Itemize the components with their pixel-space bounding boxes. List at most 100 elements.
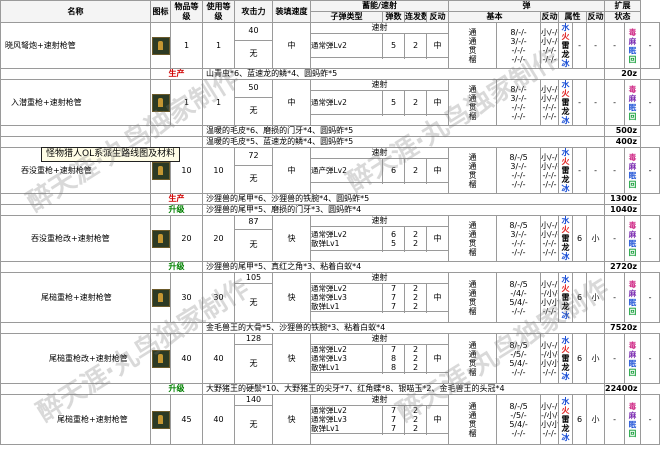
ammo-type: 通 — [468, 401, 477, 411]
bullet-count: 8 — [390, 354, 397, 363]
ammo-value: -/-/- — [511, 45, 526, 55]
craft-price: 2720z — [604, 261, 642, 273]
weapon-name-text: 尾槌重枪+速射枪管 — [41, 292, 112, 302]
attribute-recoil: 小 — [586, 215, 606, 262]
ammo-recoil: -/-/- — [542, 54, 557, 64]
attribute-label: 水 — [561, 397, 570, 406]
attribute-label: 龙 — [561, 243, 570, 252]
extension-state-labels: 毒麻眠回 — [624, 215, 642, 262]
weapon-name-text: 入潜重枪+速射枪管 — [11, 97, 82, 107]
state-label: 毒 — [628, 152, 637, 162]
craft-materials: 沙狸兽的尾甲*5、磨损的门牙*3、圆蚂蚱*4 — [201, 204, 606, 216]
craft-price: 22400z — [604, 383, 642, 395]
bullet-types: 通产弹Lv2 — [310, 158, 383, 183]
ammo-recoil: 小/-/- — [541, 93, 559, 103]
weapon-name[interactable]: 晓风弩炮+速射枪管 — [0, 22, 151, 69]
craft-row: 升级 沙狸兽的尾甲*5、磨损的门牙*3、圆蚂蚱*4 1040z — [0, 204, 660, 216]
bullet-count: 5 — [390, 238, 397, 248]
col-reload: 装填速度 — [272, 0, 311, 23]
col-expand: 扩展 — [604, 0, 642, 12]
weapon-name[interactable]: 入潜重枪+速射枪管 — [0, 79, 151, 126]
tooltip: 怪物猎人OL系派生路线图及材料 — [41, 147, 181, 162]
ammo-type: 通 — [468, 288, 477, 298]
ammo-recoil: -/-/- — [542, 111, 557, 121]
attribute-value: - — [572, 79, 588, 126]
attribute-value: 6 — [572, 272, 588, 323]
state-label: 麻 — [628, 36, 637, 46]
bullet-type: 散弹Lv1 — [311, 302, 340, 311]
col-recoil-2: 反动 — [540, 11, 560, 23]
use-level: 30 — [202, 272, 235, 323]
spacer — [309, 114, 450, 126]
state-label: 麻 — [628, 161, 637, 171]
craft-row: 金毛兽王的大骨*5、沙狸兽的铁腕*3、粘着白蚁*4 7520z — [0, 322, 660, 334]
col-name: 名称 — [0, 0, 151, 23]
weapon-name[interactable]: 尾槌重枪+速射枪管 — [0, 272, 151, 323]
table-row: 尾槌重枪改+速射枪管 40 40 128 快速射通通贯榴 8/-/5 -/5/- 5/4/- -… — [0, 333, 660, 384]
burst-count: 2 — [412, 354, 419, 363]
bullet-recoil: 中 — [425, 158, 450, 183]
bowgun-icon — [151, 161, 170, 180]
ammo-type: 通 — [468, 349, 477, 359]
basic-ammo-values: 8/-/5 -/5/- 5/4/- -/-/- — [496, 333, 542, 384]
burst-count: 2 — [412, 293, 419, 302]
recoil-4: - — [604, 147, 626, 194]
spacer — [309, 57, 450, 69]
state-label: 毒 — [628, 220, 637, 230]
craft-materials: 沙狸兽的尾甲*5、真红之角*3、粘着白蚁*4 — [201, 261, 606, 273]
weapon-icon-cell — [150, 215, 171, 262]
attribute-label: 火 — [561, 89, 570, 98]
ammo-value: 3/-/- — [510, 161, 527, 171]
basic-ammo-values: 8/-/5 -/5/- 5/4/- -/-/- — [496, 394, 542, 445]
attribute-label: 冰 — [561, 184, 570, 193]
ammo-recoil: -/小/- — [541, 288, 559, 298]
ammo-value: -/-/- — [511, 54, 526, 64]
ammo-type: 贯 — [468, 102, 477, 112]
ammo-type: 通 — [468, 340, 477, 350]
ammo-type: 通 — [468, 84, 477, 94]
basic-ammo-recoil: 小/-/中-/小/-小/小/--/-/- — [540, 333, 560, 384]
attribute-recoil: 小 — [586, 272, 606, 323]
weapon-name[interactable]: 尾槌重枪+速射枪管 — [0, 394, 151, 445]
craft-materials: 山青虫*6、蓝速龙的鳞*4、圆蚂蚱*5 — [201, 68, 606, 80]
ammo-recoil: -/-/- — [542, 45, 557, 55]
recoil-4: - — [604, 394, 626, 445]
attribute-label: 火 — [561, 345, 570, 354]
rapid-label: 速射 — [309, 333, 450, 345]
extension-recoil: - — [640, 333, 660, 384]
use-level: 10 — [202, 147, 235, 194]
bullet-type: 通常弹Lv2 — [311, 284, 347, 294]
weapon-name[interactable]: 吞没重枪改+速射枪管 — [0, 215, 151, 262]
use-level: 40 — [202, 394, 235, 445]
ammo-value: -/-/- — [511, 247, 526, 257]
state-label: 回 — [628, 179, 637, 189]
state-label: 毒 — [628, 340, 637, 350]
basic-ammo-types: 通通贯榴 — [448, 394, 498, 445]
craft-row: 升级 沙狸兽的尾甲*5、真红之角*3、粘着白蚁*4 2720z — [0, 261, 660, 273]
bullet-count: 5 — [390, 98, 397, 107]
ammo-value: -/-/- — [511, 428, 526, 438]
burst-counts: 222 — [404, 405, 427, 434]
burst-count: 2 — [412, 415, 419, 424]
attack-value: 140 — [234, 394, 273, 406]
attribute-label: 龙 — [561, 175, 570, 184]
ammo-recoil: -/-/- — [542, 238, 557, 248]
state-label: 回 — [628, 54, 637, 64]
weapon-name[interactable]: 尾槌重枪改+速射枪管 — [0, 333, 151, 384]
craft-label — [150, 322, 203, 334]
basic-ammo-recoil: 小/-/中-/小/-小/小/--/-/- — [540, 394, 560, 445]
burst-counts: 222 — [404, 344, 427, 373]
ammo-recoil: -/-/- — [542, 102, 557, 112]
header-row-1: 名称 图标 物品等级 使用等级 攻击力 装填速度 蓄能/速射 弹 扩展 — [0, 0, 660, 23]
craft-indent — [0, 136, 151, 148]
basic-ammo-values: 8/-/5 3/-/- -/-/- -/-/- — [496, 215, 542, 262]
bullet-type: 通常弹Lv3 — [311, 415, 347, 424]
bullet-type: 通常弹Lv3 — [311, 293, 347, 302]
attribute-label: 龙 — [561, 50, 570, 59]
state-label: 麻 — [628, 93, 637, 103]
state-label: 毒 — [628, 84, 637, 94]
attribute-recoil: - — [586, 147, 606, 194]
attribute-recoil: 小 — [586, 394, 606, 445]
recoil-4: - — [604, 79, 626, 126]
ammo-recoil: -/-/- — [542, 428, 557, 438]
